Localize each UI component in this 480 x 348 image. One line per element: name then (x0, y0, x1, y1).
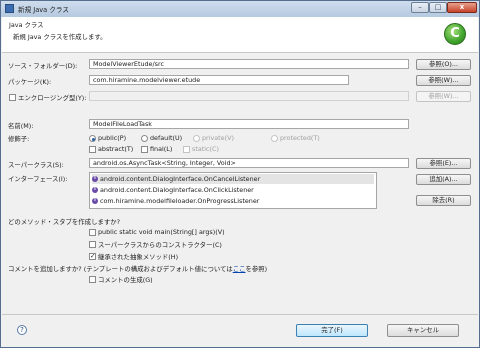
generate-comments-label: コメントの生成(G) (98, 276, 153, 284)
finish-button[interactable]: 完了(F) (296, 324, 368, 337)
source-folder-field[interactable]: ModelViewerEtude/src (89, 59, 409, 69)
eclipse-window-icon (5, 4, 14, 13)
static-checkbox[interactable] (183, 146, 190, 153)
default-radio-label: default(U) (150, 134, 183, 142)
protected-radio-label: protected(T) (280, 134, 320, 142)
minimize-button[interactable]: – (411, 2, 429, 13)
package-field[interactable]: com.hiramine.modelviewer.etude (89, 75, 349, 85)
protected-radio[interactable] (271, 135, 278, 142)
new-class-wizard-icon: C (444, 23, 466, 45)
abstract-checkbox-label: abstract(T) (98, 145, 134, 153)
superclass-browse-button[interactable]: 参照(E)... (416, 158, 471, 169)
private-radio-label: private(V) (202, 134, 234, 142)
comments-question-suffix: を参照) (245, 265, 268, 273)
help-icon[interactable]: ? (17, 325, 27, 335)
package-browse-button[interactable]: 参照(W)... (416, 75, 471, 86)
main-method-label: public static void main(String[] args)(V… (98, 228, 225, 236)
add-interface-button[interactable]: 追加(A)... (416, 174, 471, 185)
interface-name: com.hiramine.modelfileloader.OnProgressL… (100, 197, 260, 205)
inherited-abstract-label: 継承された抽象メソッド(H) (98, 253, 179, 261)
new-java-class-dialog: 新規 Java クラス – □ x Java クラス 新規 Java クラスを作… (0, 0, 480, 348)
window-title: 新規 Java クラス (18, 6, 69, 14)
name-label: 名前(M): (8, 122, 34, 130)
generate-comments-checkbox[interactable] (89, 276, 96, 283)
dialog-header: Java クラス 新規 Java クラスを作成します。 C (2, 17, 478, 53)
constructors-checkbox[interactable] (89, 241, 96, 248)
cancel-button[interactable]: キャンセル (387, 324, 459, 337)
abstract-checkbox[interactable] (89, 146, 96, 153)
comments-question-text: コメントを追加しますか? (テンプレートの構成およびデフォルト値については (8, 265, 233, 273)
package-label: パッケージ(K): (8, 78, 52, 86)
remove-interface-button[interactable]: 除去(R) (416, 195, 471, 206)
header-title: Java クラス (9, 21, 44, 29)
close-button[interactable]: x (447, 2, 477, 13)
constructors-label: スーパークラスからのコンストラクター(C) (98, 241, 222, 249)
templates-link[interactable]: ここ (233, 265, 246, 273)
list-item[interactable]: Icom.hiramine.modelfileloader.OnProgress… (92, 196, 374, 206)
title-bar[interactable]: 新規 Java クラス – □ x (1, 1, 479, 17)
enclosing-type-label: エンクロージング型(Y): (18, 94, 87, 102)
inherited-abstract-checkbox[interactable] (89, 252, 96, 260)
maximize-button[interactable]: □ (429, 2, 447, 13)
public-radio-label: public(P) (98, 134, 127, 142)
footer-separator (2, 314, 478, 315)
interfaces-label: インターフェース(I): (8, 175, 68, 183)
interface-icon: I (92, 176, 98, 182)
method-stubs-question: どのメソッド・スタブを作成しますか? (8, 218, 121, 226)
modifiers-label: 修飾子: (8, 135, 30, 143)
list-item[interactable]: Iandroid.content.DialogInterface.OnClick… (92, 185, 374, 195)
header-subtitle: 新規 Java クラスを作成します。 (13, 33, 107, 41)
superclass-field[interactable]: android.os.AsyncTask<String, Integer, Vo… (89, 158, 409, 168)
final-checkbox[interactable] (141, 146, 148, 153)
source-folder-browse-button[interactable]: 参照(O)... (416, 59, 471, 70)
default-radio[interactable] (141, 135, 148, 142)
interfaces-list[interactable]: Iandroid.content.DialogInterface.OnCance… (89, 172, 377, 209)
static-checkbox-label: static(C) (192, 145, 219, 153)
main-method-checkbox[interactable] (89, 229, 96, 236)
enclosing-type-browse-button[interactable]: 参照(W)... (416, 91, 471, 102)
class-name-field[interactable]: ModelFileLoadTask (89, 119, 409, 129)
interface-name: android.content.DialogInterface.OnCancel… (100, 175, 261, 183)
public-radio[interactable] (89, 135, 96, 142)
interface-icon: I (92, 198, 98, 204)
source-folder-label: ソース・フォルダー(D): (8, 62, 78, 70)
enclosing-type-checkbox[interactable] (9, 94, 16, 101)
superclass-label: スーパークラス(S): (8, 161, 64, 169)
private-radio[interactable] (193, 135, 200, 142)
final-checkbox-label: final(L) (150, 145, 173, 153)
interface-icon: I (92, 187, 98, 193)
enclosing-type-field[interactable] (89, 91, 409, 101)
interface-name: android.content.DialogInterface.OnClickL… (100, 186, 254, 194)
comments-question: コメントを追加しますか? (テンプレートの構成およびデフォルト値についてはここを… (8, 264, 267, 273)
list-item[interactable]: Iandroid.content.DialogInterface.OnCance… (92, 174, 374, 184)
